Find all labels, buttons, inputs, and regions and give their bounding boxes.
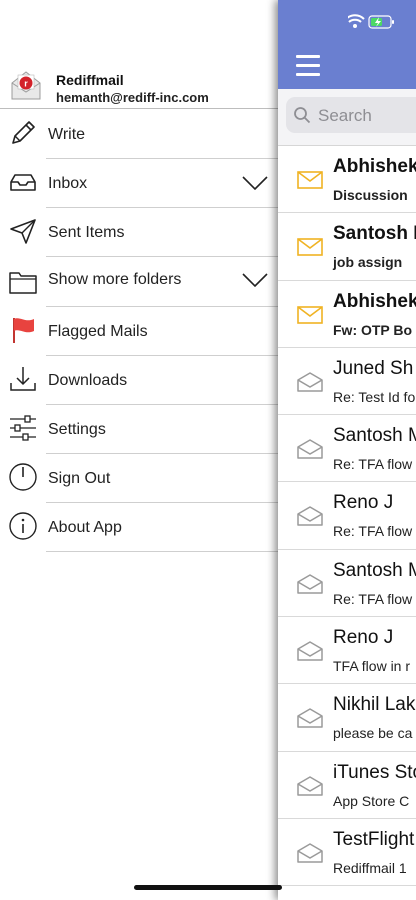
- mail-subject: Re: TFA flow: [333, 456, 413, 473]
- search-input[interactable]: [316, 103, 416, 129]
- mail-sender: iTunes Sto: [333, 761, 416, 783]
- account-email: hemanth@rediff-inc.com: [56, 90, 209, 105]
- mail-sender: Abhishek: [333, 290, 416, 312]
- inbox-tray-icon: [10, 174, 36, 191]
- mail-list-item[interactable]: Santosh I job assign: [278, 213, 416, 281]
- divider: [0, 108, 278, 109]
- mail-sender: Santosh I: [333, 223, 416, 245]
- red-flag-icon: [13, 318, 34, 343]
- menu-item-write[interactable]: Write: [0, 110, 278, 159]
- mail-list-item[interactable]: Abhishek Fw: OTP Bo: [278, 281, 416, 348]
- read-envelope-icon: [297, 775, 323, 796]
- menu-label: Sent Items: [48, 224, 125, 241]
- mail-subject: Re: Test Id fo: [333, 388, 416, 405]
- mail-list-item[interactable]: Reno J TFA flow in r: [278, 617, 416, 685]
- menu-label: Sign Out: [48, 470, 111, 487]
- paper-plane-icon: [10, 219, 36, 244]
- power-icon: [9, 463, 37, 491]
- mail-list-item[interactable]: Nikhil Lak please be ca: [278, 684, 416, 752]
- read-envelope-icon: [297, 574, 323, 594]
- read-envelope-icon: [297, 372, 323, 392]
- menu-label: About App: [48, 519, 122, 536]
- menu-item-sent-items[interactable]: Sent Items: [0, 208, 278, 257]
- search-bar-container: [278, 89, 416, 145]
- mail-subject: Fw: OTP Bo: [333, 321, 413, 338]
- sliders-icon: [10, 415, 36, 441]
- mail-list-item[interactable]: Santosh M Re: TFA flow: [278, 415, 416, 483]
- mail-list: Abhishek Discussion Santosh I job assign Abh…: [278, 146, 416, 887]
- menu-item-about-app[interactable]: About App: [0, 503, 278, 552]
- menu-label: Show more folders: [48, 271, 182, 288]
- mail-subject: TFA flow in r: [333, 658, 411, 675]
- mail-subject: Re: TFA flow: [333, 590, 413, 607]
- mail-subject: Rediffmail 1: [333, 859, 407, 876]
- unread-envelope-icon: [297, 305, 323, 324]
- menu-item-flagged-mails[interactable]: Flagged Mails: [0, 307, 278, 356]
- menu-label: Settings: [48, 421, 106, 438]
- download-icon: [10, 367, 36, 391]
- mail-sender: Santosh M: [333, 559, 416, 581]
- read-envelope-icon: [297, 506, 323, 527]
- account-header: r Rediffmail hemanth@rediff-inc.com: [0, 64, 278, 110]
- read-envelope-icon: [297, 439, 323, 459]
- info-icon: [9, 512, 37, 540]
- unread-envelope-icon: [297, 238, 323, 257]
- mail-list-panel[interactable]: Abhishek Discussion Santosh I job assign Abh…: [278, 0, 416, 900]
- mail-list-item[interactable]: Juned Sh Re: Test Id fo: [278, 348, 416, 416]
- mail-sender: Abhishek: [333, 156, 416, 177]
- divider: [46, 551, 278, 552]
- mail-list-item[interactable]: Abhishek Discussion: [278, 146, 416, 214]
- wifi-icon: [348, 14, 365, 28]
- battery-icon: [368, 15, 394, 29]
- menu-label: Flagged Mails: [48, 323, 148, 340]
- menu-item-inbox[interactable]: Inbox: [0, 159, 278, 208]
- search-icon: [294, 107, 311, 124]
- status-bar-icons: [348, 14, 394, 29]
- read-envelope-icon: [297, 708, 323, 729]
- hamburger-menu-icon[interactable]: [296, 55, 320, 77]
- menu-item-downloads[interactable]: Downloads: [0, 356, 278, 405]
- folder-icon: [9, 272, 37, 294]
- mail-list-item[interactable]: Reno J Re: TFA flow: [278, 482, 416, 550]
- mail-sender: TestFlight: [333, 828, 415, 850]
- svg-text:r: r: [24, 79, 28, 89]
- drawer-menu: Write Inbox Sent Items Show more folders…: [0, 110, 278, 552]
- mail-subject: Discussion: [333, 187, 408, 203]
- menu-item-sign-out[interactable]: Sign Out: [0, 454, 278, 503]
- chevron-down-icon[interactable]: [242, 176, 268, 190]
- top-bar: [278, 0, 416, 89]
- mail-subject: App Store C: [333, 792, 410, 809]
- mail-sender: Reno J: [333, 492, 394, 514]
- mail-list-item[interactable]: iTunes Sto App Store C: [278, 752, 416, 819]
- mail-list-item[interactable]: TestFlight Rediffmail 1: [278, 819, 416, 887]
- pencil-icon: [12, 121, 35, 144]
- read-envelope-icon: [297, 843, 323, 863]
- unread-envelope-icon: [297, 171, 323, 189]
- side-drawer: r Rediffmail hemanth@rediff-inc.com Writ…: [0, 0, 278, 900]
- mail-subject: job assign: [333, 254, 403, 271]
- menu-item-show-more-folders[interactable]: Show more folders: [0, 257, 278, 307]
- mail-sender: Santosh M: [333, 425, 416, 447]
- mail-list-item[interactable]: Santosh M Re: TFA flow: [278, 550, 416, 618]
- search-field[interactable]: [286, 97, 416, 133]
- menu-label: Write: [48, 126, 86, 143]
- read-envelope-icon: [297, 641, 323, 661]
- rediffmail-logo-icon: r: [11, 71, 41, 100]
- menu-item-settings[interactable]: Settings: [0, 405, 278, 454]
- mail-sender: Nikhil Lak: [333, 694, 416, 716]
- mail-sender: Reno J: [333, 627, 394, 649]
- account-name: Rediffmail: [56, 72, 124, 88]
- mail-subject: Re: TFA flow: [333, 523, 413, 540]
- mail-sender: Juned Sh: [333, 357, 414, 379]
- menu-label: Inbox: [48, 175, 88, 192]
- menu-label: Downloads: [48, 372, 128, 389]
- home-indicator[interactable]: [134, 885, 282, 890]
- mail-subject: please be ca: [333, 725, 413, 742]
- chevron-down-icon[interactable]: [242, 273, 268, 287]
